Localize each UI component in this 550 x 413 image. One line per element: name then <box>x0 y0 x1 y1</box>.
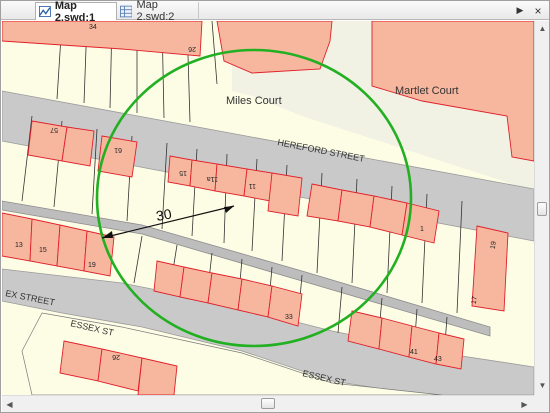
scroll-right-icon[interactable]: ▶ <box>517 397 532 412</box>
map-document-icon <box>39 6 51 17</box>
house-number: 41 <box>410 349 418 356</box>
house-number: 15 <box>179 169 187 176</box>
table-grid-icon <box>120 5 133 17</box>
scrollbar-corner <box>534 395 549 412</box>
house-number: 26 <box>112 353 120 360</box>
house-number: 13 <box>15 242 23 249</box>
scroll-left-icon[interactable]: ◀ <box>2 397 17 412</box>
horizontal-scrollbar[interactable]: ◀ ▶ <box>2 395 534 412</box>
map-canvas[interactable]: Martlet Court Miles Court HEREFORD STREE… <box>2 21 534 395</box>
scroll-up-icon[interactable]: ▲ <box>535 21 550 36</box>
horizontal-scroll-thumb[interactable] <box>261 398 275 409</box>
house-number: 61 <box>114 146 122 153</box>
map-svg[interactable]: Martlet Court Miles Court HEREFORD STREE… <box>2 21 534 395</box>
tab-map-view-2[interactable]: Map 2.swd:2 <box>117 0 199 23</box>
house-number: 11a <box>207 175 218 182</box>
house-number: 11 <box>249 182 256 189</box>
house-number: 33 <box>285 314 293 321</box>
house-number: 43 <box>434 356 442 363</box>
scroll-down-icon[interactable]: ▼ <box>535 378 550 393</box>
house-number: 17 <box>471 296 479 305</box>
measurement-label: 30 <box>155 205 173 223</box>
vertical-scrollbar[interactable]: ▲ ▼ <box>534 21 549 395</box>
house-number: 15 <box>39 247 47 254</box>
house-number: 57 <box>50 126 58 133</box>
vertical-scroll-thumb[interactable] <box>537 202 547 216</box>
house-number: 1 <box>420 226 424 233</box>
house-number: 19 <box>88 262 96 269</box>
house-number: 34 <box>89 24 97 31</box>
tab-label: Map 2.swd:2 <box>136 0 175 23</box>
house-number: 19 <box>490 241 498 250</box>
place-label-martlet-court: Martlet Court <box>395 85 459 97</box>
place-label-miles-court: Miles Court <box>226 95 282 107</box>
tab-label: Map 2.swd:1 <box>54 0 96 24</box>
tab-scroll-right-icon[interactable]: ▶ <box>513 3 527 18</box>
document-tab-bar: Map 2.swd:1 Map 2.swd:2 ▶ × <box>1 0 549 24</box>
close-icon[interactable]: × <box>531 3 545 18</box>
house-number: 26 <box>188 45 196 52</box>
tab-map-view-1[interactable]: Map 2.swd:1 <box>35 0 117 24</box>
map-window: Map 2.swd:1 Map 2.swd:2 ▶ × Martlet Cour… <box>0 0 550 413</box>
